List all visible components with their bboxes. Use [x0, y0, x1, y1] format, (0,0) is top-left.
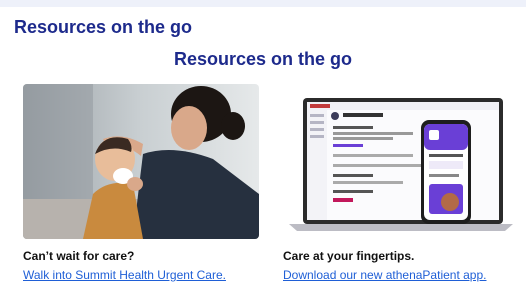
mother-and-child-photo — [23, 84, 259, 239]
app-download-link[interactable]: Download our new athenaPatient app. — [283, 268, 486, 282]
laptop-and-phone-app-screenshot — [283, 84, 519, 239]
app-download-card: Care at your fingertips. Download our ne… — [283, 84, 523, 282]
app-title: Care at your fingertips. — [283, 249, 415, 263]
urgent-care-title: Can’t wait for care? — [23, 249, 135, 263]
urgent-care-card: Can’t wait for care? Walk into Summit He… — [23, 84, 263, 282]
top-banner-strip — [0, 0, 526, 7]
section-heading: Resources on the go — [14, 17, 193, 37]
section-heading-centered: Resources on the go — [173, 49, 353, 69]
urgent-care-link[interactable]: Walk into Summit Health Urgent Care. — [23, 268, 226, 282]
